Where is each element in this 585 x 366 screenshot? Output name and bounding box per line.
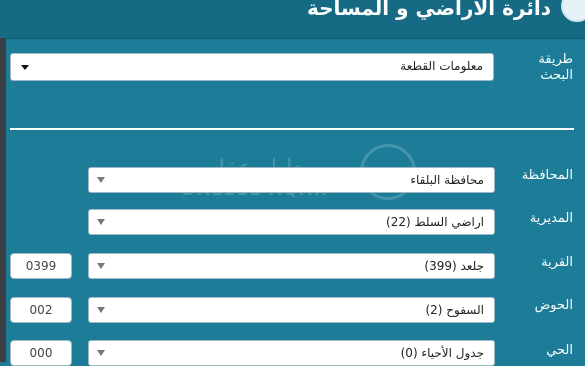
directorate-label: المديرية [529, 211, 573, 226]
basin-value: السفوح (2) [425, 303, 484, 317]
governorate-value: محافظة البلقاء [410, 173, 484, 187]
neighborhood-value: جدول الأحياء (0) [400, 346, 484, 360]
neighborhood-label: الحي [546, 343, 573, 358]
basin-label: الحوض [534, 298, 573, 313]
directorate-select[interactable]: اراضي السلط (22) [88, 209, 495, 235]
left-scroll-strip [0, 38, 6, 362]
chevron-down-icon [97, 350, 105, 356]
basin-select[interactable]: السفوح (2) [88, 297, 495, 323]
basin-code-input[interactable]: 002 [10, 297, 72, 323]
header-bar: دائرة الاراضي و المساحة [0, 0, 585, 39]
village-code-input[interactable]: 0399 [10, 253, 72, 279]
chevron-down-icon [97, 307, 105, 313]
governorate-select[interactable]: محافظة البلقاء [88, 167, 495, 193]
chevron-down-icon [97, 177, 105, 183]
neighborhood-select[interactable]: جدول الأحياء (0) [88, 340, 495, 366]
chevron-down-icon [97, 263, 105, 269]
search-method-value: معلومات القطعة [400, 59, 483, 73]
chevron-down-icon [97, 219, 105, 225]
governorate-label: المحافظة [521, 168, 573, 183]
directorate-value: اراضي السلط (22) [386, 215, 484, 229]
section-divider [10, 128, 574, 130]
village-select[interactable]: جلعد (399) [88, 253, 495, 279]
search-method-label: طريقة البحث [538, 52, 573, 83]
page-title: دائرة الاراضي و المساحة [306, 0, 551, 20]
department-emblem-icon [561, 0, 585, 22]
chevron-down-icon [21, 65, 29, 70]
neighborhood-code-input[interactable]: 000 [10, 340, 72, 366]
village-label: القرية [541, 255, 573, 270]
village-value: جلعد (399) [424, 259, 484, 273]
search-method-select[interactable]: معلومات القطعة [10, 53, 494, 81]
